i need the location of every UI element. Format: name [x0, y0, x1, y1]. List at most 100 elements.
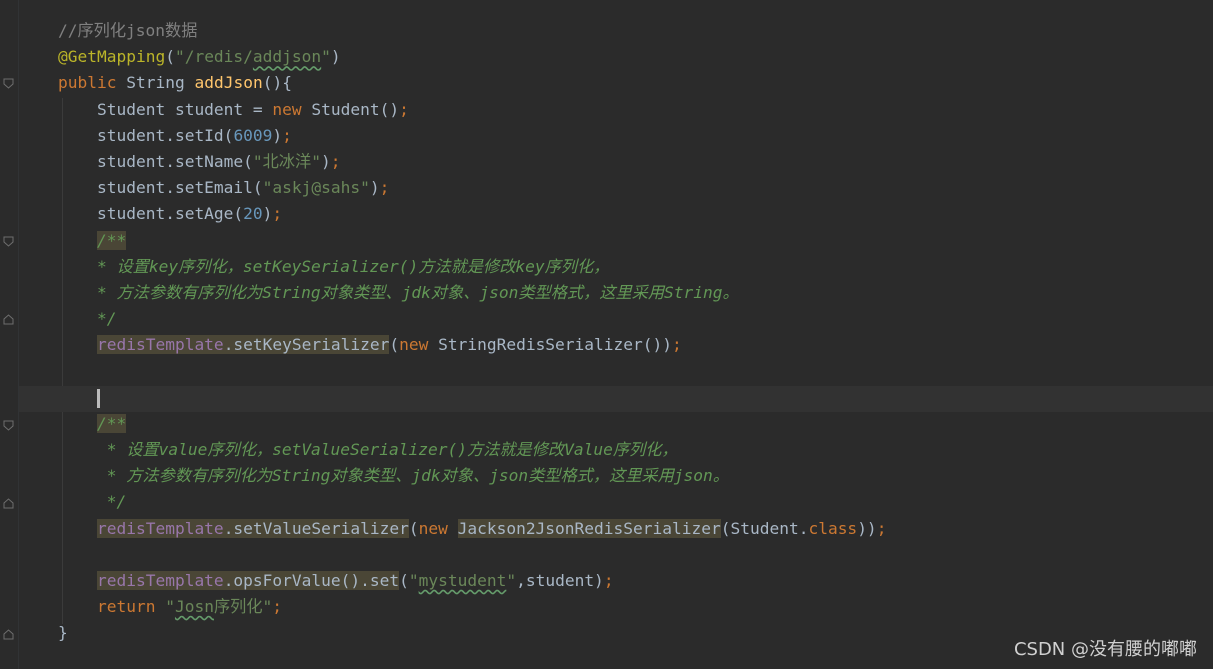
code-token: return — [96, 597, 166, 617]
code-line[interactable]: redisTemplate.setKeySerializer(new Strin… — [58, 332, 886, 358]
code-line[interactable]: student.setAge(20); — [58, 201, 886, 227]
watermark: CSDN @没有腰的嘟嘟 — [1013, 639, 1197, 660]
fold-marker-icon[interactable] — [3, 78, 14, 89]
code-token: 6009 — [233, 125, 273, 145]
code-line[interactable]: public String addJson(){ — [58, 70, 886, 96]
code-token: public — [58, 73, 127, 93]
code-token: ; — [876, 518, 887, 538]
code-token: } — [58, 623, 68, 643]
code-token: * 方法参数有序列化为String对象类型、jdk对象、json类型格式，这里采… — [96, 282, 739, 302]
code-token: ) — [369, 178, 380, 198]
code-token: ) — [262, 204, 273, 224]
code-line[interactable]: * 设置value序列化，setValueSerializer()方法就是修改V… — [58, 437, 886, 463]
code-token: class — [808, 518, 858, 538]
code-token: new — [399, 335, 439, 355]
code-token: .setKeySerializer — [223, 335, 390, 355]
code-line[interactable]: /** — [58, 228, 886, 254]
code-token: ( — [399, 570, 409, 590]
code-token: Jackson2JsonRedisSerializer — [457, 518, 721, 538]
code-token: ( — [389, 335, 400, 355]
code-line[interactable]: student.setEmail("askj@sahs"); — [58, 175, 886, 201]
code-token: StringRedisSerializer()) — [438, 335, 673, 355]
code-token: " — [165, 597, 175, 617]
code-token: .opsForValue().set — [223, 570, 400, 590]
gutter-divider — [18, 0, 19, 669]
code-token: */ — [96, 309, 117, 329]
code-line[interactable]: * 方法参数有序列化为String对象类型、jdk对象、json类型格式，这里采… — [58, 280, 886, 306]
code-token: */ — [106, 492, 127, 512]
code-lines[interactable]: //序列化json数据 @GetMapping("/redis/addjson")… — [58, 18, 886, 647]
code-token: Josn — [174, 597, 214, 617]
fold-end-marker-icon[interactable] — [3, 629, 14, 640]
code-line[interactable] — [58, 542, 886, 568]
code-line[interactable]: //序列化json数据 — [58, 18, 886, 44]
code-line[interactable]: redisTemplate.opsForValue().set("mystude… — [58, 568, 886, 594]
code-token: )) — [857, 518, 877, 538]
fold-end-marker-icon[interactable] — [3, 498, 14, 509]
code-line[interactable]: return "Josn序列化"; — [58, 594, 886, 620]
text-cursor — [96, 388, 100, 408]
code-token: student.setId( — [96, 125, 234, 145]
code-line[interactable]: @GetMapping("/redis/addjson") — [58, 44, 886, 70]
code-token: //序列化json数据 — [58, 21, 198, 40]
code-token: ; — [672, 335, 682, 355]
code-token: .setValueSerializer — [223, 518, 409, 538]
code-token: addJson — [194, 73, 263, 93]
code-editor[interactable]: //序列化json数据 @GetMapping("/redis/addjson")… — [0, 0, 1213, 669]
code-token: * 方法参数有序列化为String对象类型、jdk对象、json类型格式，这里采… — [106, 466, 729, 486]
code-line[interactable] — [58, 385, 886, 411]
code-token: ,student) — [516, 570, 604, 590]
code-token: redisTemplate — [96, 335, 224, 355]
fold-marker-icon[interactable] — [3, 236, 14, 247]
code-token: ; — [272, 204, 283, 224]
code-token: ) — [320, 151, 331, 171]
code-token: (Student. — [720, 518, 809, 538]
code-line[interactable]: */ — [58, 489, 886, 515]
code-token: ; — [282, 125, 292, 145]
code-token: redisTemplate — [96, 518, 224, 538]
code-line[interactable] — [58, 358, 886, 384]
code-line[interactable]: /** — [58, 411, 886, 437]
code-token: /** — [96, 413, 127, 433]
code-token: redisTemplate — [96, 570, 224, 590]
code-token: ( — [165, 47, 175, 67]
fold-marker-icon[interactable] — [3, 420, 14, 431]
code-token: 20 — [243, 204, 263, 224]
code-token: Student() — [311, 99, 400, 119]
code-line[interactable]: } — [58, 620, 886, 646]
code-token: ) — [272, 125, 283, 145]
code-token: addjson — [252, 47, 322, 67]
code-line[interactable]: Student student = new Student(); — [58, 97, 886, 123]
fold-end-marker-icon[interactable] — [3, 314, 14, 325]
code-token: * 设置key序列化，setKeySerializer()方法就是修改key序列… — [96, 256, 610, 276]
code-line[interactable]: */ — [58, 306, 886, 332]
code-line[interactable]: redisTemplate.setValueSerializer(new Jac… — [58, 516, 886, 542]
code-token: ; — [272, 597, 283, 617]
code-line[interactable]: * 设置key序列化，setKeySerializer()方法就是修改key序列… — [58, 254, 886, 280]
editor-gutter[interactable] — [0, 0, 18, 669]
code-line[interactable]: student.setName("北冰洋"); — [58, 149, 886, 175]
code-token: ) — [330, 47, 341, 67]
code-token: (){ — [262, 73, 292, 93]
code-token: /** — [96, 230, 127, 250]
code-token: "/redis/ — [174, 47, 253, 67]
code-token: "北冰洋" — [252, 151, 321, 171]
code-line[interactable]: * 方法参数有序列化为String对象类型、jdk对象、json类型格式，这里采… — [58, 463, 886, 489]
code-token: student.setEmail( — [96, 178, 263, 198]
code-token: "askj@sahs" — [262, 178, 370, 198]
code-line[interactable]: student.setId(6009); — [58, 123, 886, 149]
